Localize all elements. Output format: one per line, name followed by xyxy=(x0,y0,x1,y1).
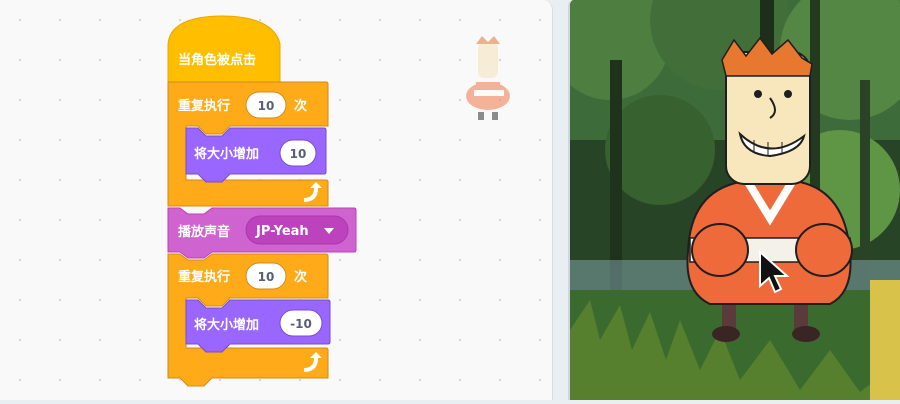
change-size-1-label: 将大小增加 xyxy=(194,146,259,162)
change-size-1-value: 10 xyxy=(290,147,307,161)
sound-name: JP-Yeah xyxy=(255,224,309,239)
repeat-1-suffix: 次 xyxy=(294,98,307,114)
script-canvas: 当角色被点击 重复执行 10 次 将大小增加 10 播放声音 JP-Yeah 重… xyxy=(167,15,510,387)
repeat-1-count: 10 xyxy=(258,99,275,113)
change-size-2-label: 将大小增加 xyxy=(194,317,259,333)
play-sound-label: 播放声音 xyxy=(178,224,230,240)
repeat-2-label: 重复执行 xyxy=(178,269,230,285)
repeat-2-count: 10 xyxy=(258,270,275,284)
stage[interactable] xyxy=(568,0,900,400)
change-size-block-2[interactable]: 将大小增加 -10 xyxy=(185,299,331,353)
code-area[interactable]: 当角色被点击 重复执行 10 次 将大小增加 10 播放声音 JP-Yeah 重… xyxy=(0,0,553,400)
stage-yellow-object xyxy=(870,280,900,400)
repeat-1-label: 重复执行 xyxy=(178,98,230,114)
hat-label: 当角色被点击 xyxy=(178,52,256,68)
play-sound-block[interactable]: 播放声音 JP-Yeah xyxy=(167,207,357,259)
hat-block-when-sprite-clicked[interactable]: 当角色被点击 xyxy=(167,15,281,85)
change-size-2-value: -10 xyxy=(290,317,312,331)
change-size-block-1[interactable]: 将大小增加 10 xyxy=(185,127,327,183)
stage-canvas xyxy=(570,0,900,400)
sprite-watermark xyxy=(466,36,510,120)
repeat-2-suffix: 次 xyxy=(294,269,307,285)
